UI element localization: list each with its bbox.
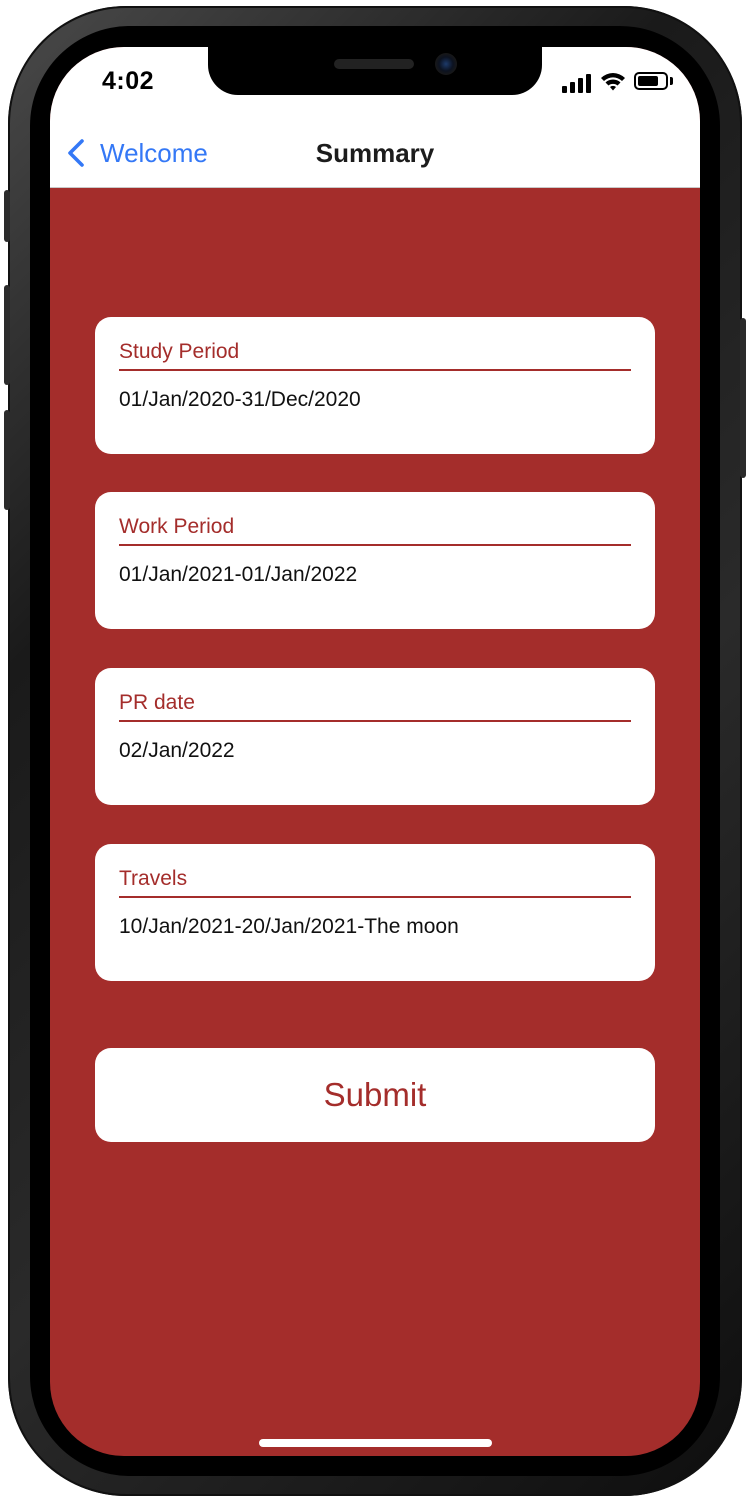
volume-down-button [4,410,10,510]
travels-value: 10/Jan/2021-20/Jan/2021-The moon [119,915,459,938]
study-period-label: Study Period [119,340,240,363]
battery-level [638,76,658,86]
work-period-value: 01/Jan/2021-01/Jan/2022 [119,563,358,586]
wifi-icon [601,73,625,91]
pr-date-card: PR date 02/Jan/2022 [95,668,655,805]
navigation-header: 4:02 Welcome Summary [50,47,700,188]
status-time: 4:02 [102,67,155,95]
speaker-grille [334,59,414,69]
work-period-label: Work Period [119,515,235,538]
divider [119,544,631,546]
front-camera [435,53,457,75]
submit-button[interactable]: Submit [95,1048,655,1142]
divider [119,896,631,898]
cellular-signal-icon [562,71,594,93]
travels-card: Travels 10/Jan/2021-20/Jan/2021-The moon [95,844,655,981]
home-indicator [259,1439,492,1447]
travels-label: Travels [119,867,188,890]
power-button [740,318,746,478]
notch [208,47,542,95]
volume-up-button [4,285,10,385]
divider [119,720,631,722]
study-period-card: Study Period 01/Jan/2020-31/Dec/2020 [95,317,655,454]
pr-date-label: PR date [119,691,195,714]
mute-switch [4,190,10,242]
battery-cap [670,77,673,85]
app-screen: 4:02 Welcome Summary Study Period 01/Jan… [50,47,700,1456]
battery-icon [634,72,668,90]
status-icons [562,71,673,93]
work-period-card: Work Period 01/Jan/2021-01/Jan/2022 [95,492,655,629]
study-period-value: 01/Jan/2020-31/Dec/2020 [119,388,361,411]
pr-date-value: 02/Jan/2022 [119,739,235,762]
divider [119,369,631,371]
page-title: Summary [315,138,435,168]
